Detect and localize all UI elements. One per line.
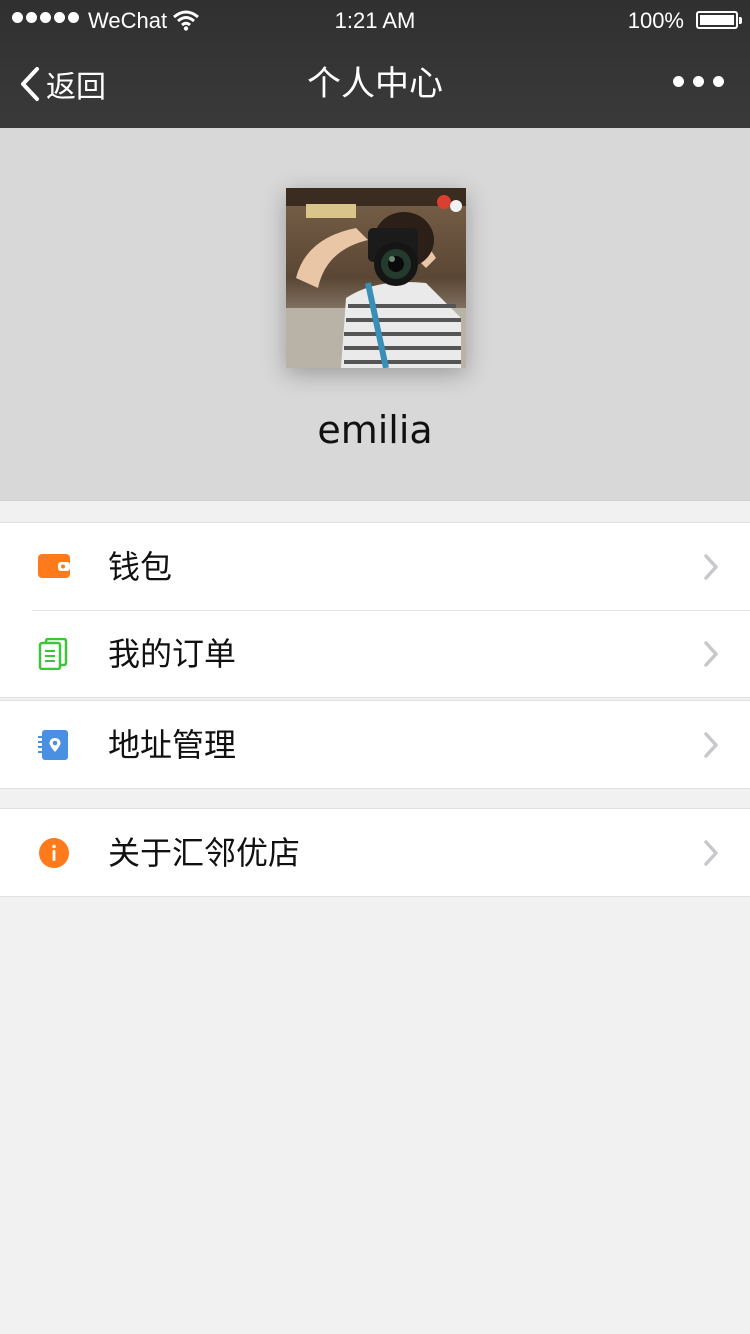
battery-icon	[696, 11, 742, 29]
profile-header: emilia	[0, 128, 750, 501]
username: emilia	[317, 408, 433, 452]
menu-item-about[interactable]: 关于汇邻优店	[0, 809, 750, 896]
info-icon	[39, 838, 69, 868]
wallet-icon	[38, 554, 70, 578]
menu-group-account: 钱包 我的订单	[0, 522, 750, 698]
page-title: 个人中心	[307, 64, 443, 104]
battery-percentage: 100%	[627, 8, 684, 33]
menu-item-label: 地址管理	[108, 726, 237, 764]
chevron-right-icon	[704, 732, 718, 758]
menu-item-wallet[interactable]: 钱包	[0, 523, 750, 610]
orders-icon	[38, 638, 68, 670]
chevron-right-icon	[704, 641, 718, 667]
menu-group-about: 关于汇邻优店	[0, 808, 750, 897]
menu-item-label: 钱包	[108, 548, 173, 586]
avatar[interactable]	[286, 188, 466, 368]
chevron-right-icon	[704, 840, 718, 866]
menu-item-orders[interactable]: 我的订单	[0, 610, 750, 697]
menu-group-address: 地址管理	[0, 700, 750, 789]
menu-item-address[interactable]: 地址管理	[0, 701, 750, 788]
status-bar: WeChat 1:21 AM 100%	[0, 0, 750, 40]
photographer-photo	[286, 188, 466, 368]
top-bar: WeChat 1:21 AM 100% 返回 个人中心	[0, 0, 750, 128]
more-icon	[673, 76, 684, 87]
more-button[interactable]	[673, 76, 724, 87]
menu-item-label: 关于汇邻优店	[108, 834, 301, 872]
chevron-right-icon	[704, 554, 718, 580]
menu-item-label: 我的订单	[108, 635, 237, 673]
address-book-icon	[38, 730, 68, 760]
